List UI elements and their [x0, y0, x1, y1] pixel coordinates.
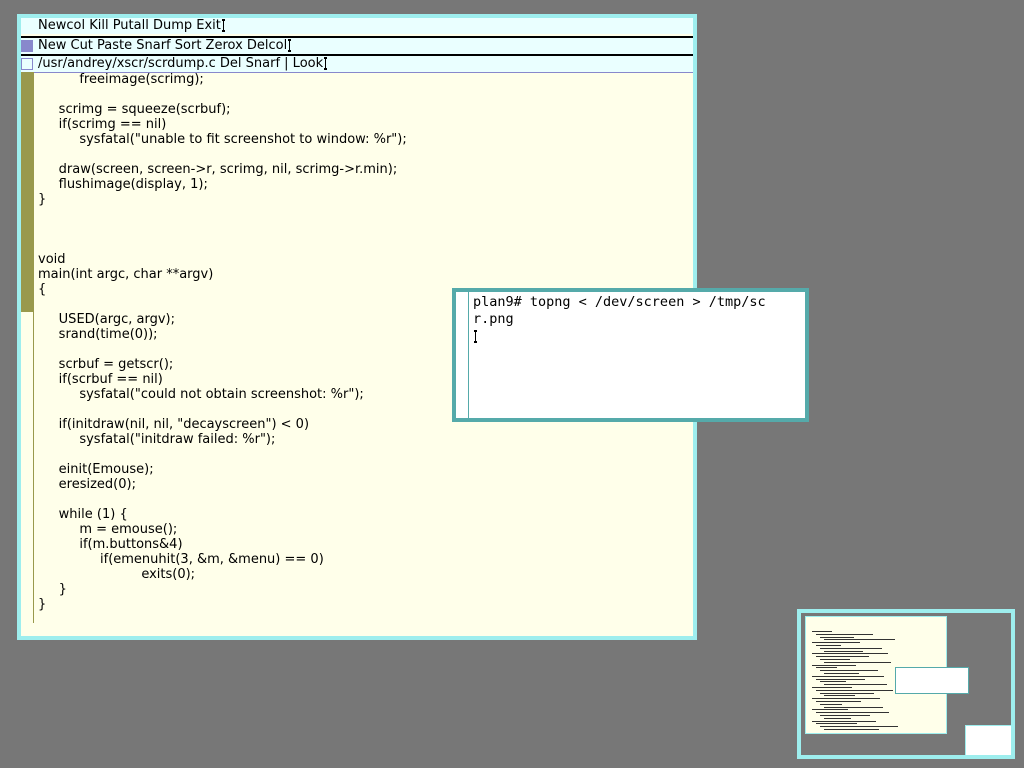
terminal-line: r.png — [473, 311, 514, 327]
preview-text-line — [824, 673, 859, 674]
scroll-thumb[interactable] — [21, 72, 33, 312]
preview-text-line — [816, 723, 857, 725]
preview-text-line — [812, 720, 876, 722]
preview-text-line — [824, 639, 895, 641]
preview-terminal-thumbnail — [895, 667, 969, 694]
window-tag-path[interactable]: /usr/andrey/xscr/scrdump.c Del Snarf | L… — [38, 56, 323, 71]
code-line: sysfatal("initdraw failed: %r"); — [38, 432, 276, 447]
column-tag-bar[interactable]: Newcol Kill Putall Dump Exit — [21, 18, 693, 34]
code-line: sysfatal("unable to fit screenshot to wi… — [38, 132, 407, 147]
preview-text-line — [820, 703, 842, 705]
preview-text-line — [816, 656, 869, 658]
code-line: eresized(0); — [38, 477, 136, 492]
preview-text-line — [820, 659, 850, 660]
preview-nested-thumbnail — [965, 725, 1011, 755]
preview-text-line — [816, 712, 889, 714]
column-command-list[interactable]: New Cut Paste Snarf Sort Zerox Delcol — [38, 38, 287, 53]
code-line: flushimage(display, 1); — [38, 177, 208, 192]
code-line: einit(Emouse); — [38, 462, 154, 477]
column-layout-box[interactable] — [21, 40, 33, 52]
code-line: main(int argc, char **argv) — [38, 267, 214, 282]
preview-text-line — [812, 709, 848, 711]
screenshot-preview-window[interactable] — [797, 609, 1015, 759]
code-line: draw(screen, screen->r, scrimg, nil, scr… — [38, 162, 398, 177]
preview-text-line — [820, 692, 874, 694]
text-cursor — [324, 57, 328, 70]
text-cursor — [221, 19, 225, 32]
preview-text-line — [824, 661, 891, 663]
preview-text-line — [820, 670, 878, 672]
code-line: while (1) { — [38, 507, 128, 522]
preview-text-line — [816, 678, 865, 680]
preview-text-line — [812, 687, 852, 688]
text-cursor — [288, 39, 292, 52]
preview-text-line — [816, 701, 861, 702]
code-line: } — [38, 597, 47, 612]
terminal-body: plan9# topng < /dev/screen > /tmp/sc r.pn… — [456, 292, 805, 418]
preview-text-line — [816, 633, 873, 635]
preview-text-line — [812, 642, 860, 644]
column-commands-bar[interactable]: New Cut Paste Snarf Sort Zerox Delcol — [21, 36, 693, 54]
preview-text-line — [824, 706, 883, 708]
preview-text-line — [824, 650, 863, 652]
terminal-line: plan9# topng < /dev/screen > /tmp/sc — [473, 294, 766, 310]
terminal-cursor — [474, 329, 477, 343]
preview-text-line — [812, 653, 888, 655]
preview-text-line — [820, 681, 846, 683]
window-layout-box[interactable] — [21, 58, 33, 70]
preview-text-line — [820, 715, 870, 716]
code-line: if(m.buttons&4) — [38, 537, 183, 552]
preview-text-line — [824, 684, 887, 686]
code-line: m = emouse(); — [38, 522, 178, 537]
code-line: } — [38, 192, 47, 207]
column-tag-commands[interactable]: Newcol Kill Putall Dump Exit — [38, 18, 221, 33]
code-line: } — [38, 582, 67, 597]
code-line: freeimage(scrimg); — [38, 72, 204, 87]
preview-text-line — [824, 729, 879, 730]
terminal-output[interactable]: plan9# topng < /dev/screen > /tmp/sc r.pn… — [473, 294, 766, 345]
preview-text-line — [824, 717, 851, 719]
terminal-window[interactable]: plan9# topng < /dev/screen > /tmp/sc r.pn… — [452, 288, 809, 422]
code-line: exits(0); — [38, 567, 196, 582]
scrollbar[interactable] — [21, 72, 34, 623]
preview-text-line — [820, 647, 882, 649]
preview-text-line — [816, 645, 841, 646]
screenshot-preview-image — [801, 613, 1011, 755]
preview-text-line — [812, 698, 880, 700]
preview-text-line — [820, 726, 898, 728]
code-line: if(scrimg == nil) — [38, 117, 167, 132]
preview-text-line — [816, 667, 837, 669]
preview-text-line — [812, 675, 884, 677]
code-line: void — [38, 252, 66, 267]
preview-text-line — [824, 695, 855, 697]
preview-text-line — [812, 664, 856, 666]
code-line: if(emenuhit(3, &m, &menu) == 0) — [38, 552, 324, 567]
preview-text-line — [812, 631, 832, 632]
preview-text-line — [820, 636, 854, 638]
window-tag-bar[interactable]: /usr/andrey/xscr/scrdump.c Del Snarf | L… — [21, 54, 693, 73]
preview-text-line — [816, 689, 893, 691]
code-line: scrimg = squeeze(scrbuf); — [38, 102, 231, 117]
terminal-scrollbar[interactable] — [456, 292, 469, 418]
